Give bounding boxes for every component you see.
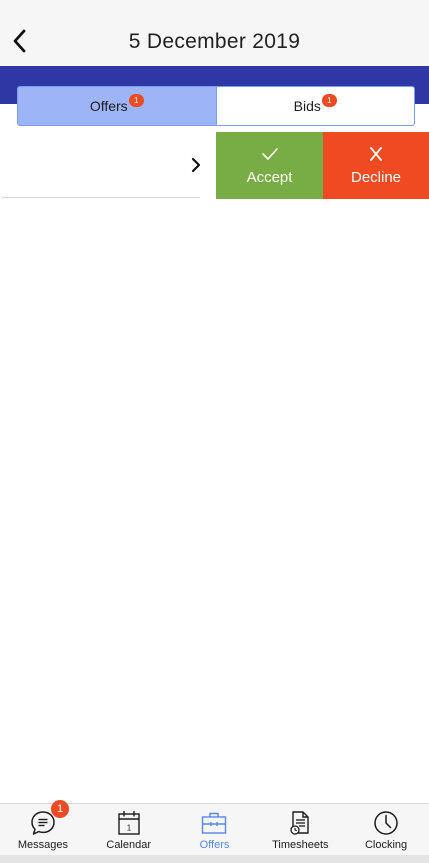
tab-offers-label: Offers — [89, 98, 128, 114]
timesheet-icon — [290, 811, 309, 835]
bids-badge: 1 — [321, 93, 337, 107]
offer-list-item[interactable] — [0, 132, 216, 198]
offers-badge: 1 — [128, 93, 144, 107]
segmented-control: Offers 1 Bids 1 — [17, 86, 415, 126]
bottom-tab-bar: 1 Messages 1 Calendar Offers Timesheets … — [0, 800, 429, 855]
tab-calendar[interactable]: 1 Calendar — [86, 804, 172, 855]
tab-clocking[interactable]: Clocking — [343, 804, 429, 855]
home-indicator-area — [0, 855, 429, 863]
messages-badge: 1 — [51, 800, 69, 818]
check-icon — [261, 148, 278, 160]
briefcase-icon — [202, 812, 227, 834]
tab-calendar-label: Calendar — [106, 839, 152, 851]
accept-button[interactable]: Accept — [216, 132, 323, 199]
tab-clocking-label: Clocking — [364, 839, 408, 851]
clock-icon — [374, 811, 398, 835]
calendar-icon: 1 — [117, 811, 140, 835]
tab-offers-nav[interactable]: Offers — [172, 804, 258, 855]
tab-timesheets-label: Timesheets — [272, 839, 329, 851]
chevron-right-icon — [191, 157, 201, 173]
tab-messages-label: Messages — [17, 839, 68, 851]
decline-button[interactable]: Decline — [323, 132, 429, 199]
decline-label: Decline — [350, 169, 402, 186]
row-divider — [2, 197, 200, 198]
tab-bids-label: Bids — [293, 98, 321, 114]
tab-timesheets[interactable]: Timesheets — [257, 804, 343, 855]
tab-bids[interactable]: Bids 1 — [215, 87, 415, 125]
tab-messages[interactable]: 1 Messages — [0, 800, 86, 855]
tab-offers[interactable]: Offers 1 — [18, 87, 216, 125]
tab-offers-nav-label: Offers — [199, 839, 230, 851]
close-icon — [370, 147, 382, 161]
accept-label: Accept — [246, 169, 293, 186]
page-title: 5 December 2019 — [128, 30, 301, 53]
calendar-day-number: 1 — [126, 824, 131, 833]
top-bar: 5 December 2019 — [0, 0, 429, 66]
